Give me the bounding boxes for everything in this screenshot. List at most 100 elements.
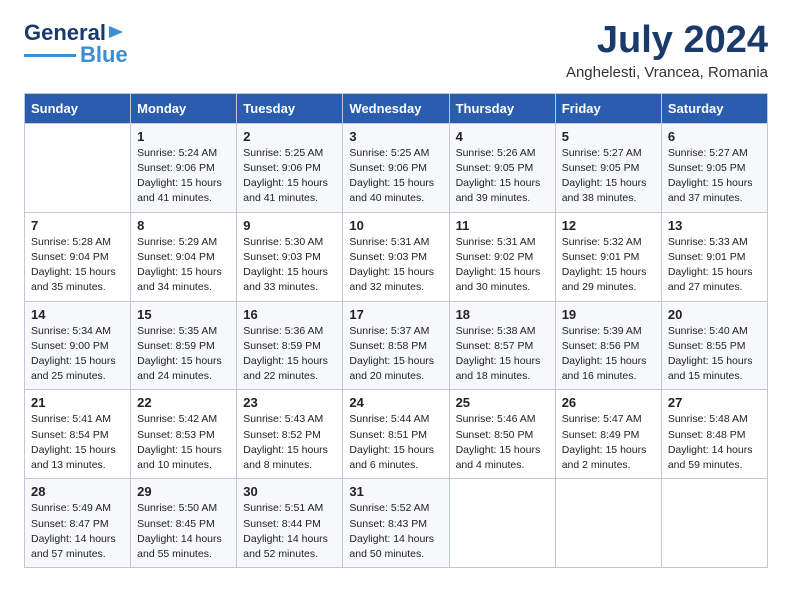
day-number: 30 xyxy=(243,484,336,499)
day-number: 27 xyxy=(668,395,761,410)
day-info: Sunrise: 5:41 AM Sunset: 8:54 PM Dayligh… xyxy=(31,412,124,473)
day-number: 1 xyxy=(137,129,230,144)
day-number: 7 xyxy=(31,218,124,233)
day-info: Sunrise: 5:46 AM Sunset: 8:50 PM Dayligh… xyxy=(456,412,549,473)
day-number: 20 xyxy=(668,307,761,322)
day-info: Sunrise: 5:47 AM Sunset: 8:49 PM Dayligh… xyxy=(562,412,655,473)
calendar-header-sunday: Sunday xyxy=(25,93,131,123)
calendar-cell: 24 Sunrise: 5:44 AM Sunset: 8:51 PM Dayli… xyxy=(343,390,449,479)
day-number: 16 xyxy=(243,307,336,322)
calendar-header-friday: Friday xyxy=(555,93,661,123)
calendar-week-row: 21 Sunrise: 5:41 AM Sunset: 8:54 PM Dayli… xyxy=(25,390,768,479)
calendar-cell: 4 Sunrise: 5:26 AM Sunset: 9:05 PM Daylig… xyxy=(449,123,555,212)
calendar-cell: 16 Sunrise: 5:36 AM Sunset: 8:59 PM Dayli… xyxy=(237,301,343,390)
day-info: Sunrise: 5:44 AM Sunset: 8:51 PM Dayligh… xyxy=(349,412,442,473)
day-info: Sunrise: 5:34 AM Sunset: 9:00 PM Dayligh… xyxy=(31,324,124,385)
day-number: 23 xyxy=(243,395,336,410)
logo: General Blue xyxy=(24,20,128,68)
calendar-cell xyxy=(661,479,767,568)
day-info: Sunrise: 5:40 AM Sunset: 8:55 PM Dayligh… xyxy=(668,324,761,385)
day-info: Sunrise: 5:35 AM Sunset: 8:59 PM Dayligh… xyxy=(137,324,230,385)
day-number: 2 xyxy=(243,129,336,144)
calendar-cell: 23 Sunrise: 5:43 AM Sunset: 8:52 PM Dayli… xyxy=(237,390,343,479)
day-info: Sunrise: 5:52 AM Sunset: 8:43 PM Dayligh… xyxy=(349,501,442,562)
day-info: Sunrise: 5:25 AM Sunset: 9:06 PM Dayligh… xyxy=(349,146,442,207)
day-number: 10 xyxy=(349,218,442,233)
day-number: 22 xyxy=(137,395,230,410)
calendar-table: SundayMondayTuesdayWednesdayThursdayFrid… xyxy=(24,93,768,568)
day-info: Sunrise: 5:36 AM Sunset: 8:59 PM Dayligh… xyxy=(243,324,336,385)
day-number: 17 xyxy=(349,307,442,322)
calendar-cell: 9 Sunrise: 5:30 AM Sunset: 9:03 PM Daylig… xyxy=(237,212,343,301)
calendar-cell: 19Sunrise: 5:39 AM Sunset: 8:56 PM Dayli… xyxy=(555,301,661,390)
day-number: 11 xyxy=(456,218,549,233)
day-info: Sunrise: 5:28 AM Sunset: 9:04 PM Dayligh… xyxy=(31,235,124,296)
day-number: 18 xyxy=(456,307,549,322)
day-info: Sunrise: 5:38 AM Sunset: 8:57 PM Dayligh… xyxy=(456,324,549,385)
logo-underline xyxy=(24,54,76,57)
calendar-cell: 20 Sunrise: 5:40 AM Sunset: 8:55 PM Dayli… xyxy=(661,301,767,390)
title-area: July 2024 Anghelesti, Vrancea, Romania xyxy=(566,20,768,81)
calendar-cell: 12Sunrise: 5:32 AM Sunset: 9:01 PM Dayli… xyxy=(555,212,661,301)
day-number: 25 xyxy=(456,395,549,410)
day-number: 28 xyxy=(31,484,124,499)
calendar-cell: 14Sunrise: 5:34 AM Sunset: 9:00 PM Dayli… xyxy=(25,301,131,390)
day-number: 19 xyxy=(562,307,655,322)
day-info: Sunrise: 5:37 AM Sunset: 8:58 PM Dayligh… xyxy=(349,324,442,385)
logo-arrow-icon xyxy=(107,23,125,41)
day-number: 24 xyxy=(349,395,442,410)
page-subtitle: Anghelesti, Vrancea, Romania xyxy=(566,64,768,81)
calendar-cell: 30 Sunrise: 5:51 AM Sunset: 8:44 PM Dayli… xyxy=(237,479,343,568)
day-number: 3 xyxy=(349,129,442,144)
calendar-cell: 27 Sunrise: 5:48 AM Sunset: 8:48 PM Dayli… xyxy=(661,390,767,479)
calendar-cell: 31 Sunrise: 5:52 AM Sunset: 8:43 PM Dayli… xyxy=(343,479,449,568)
calendar-cell: 22Sunrise: 5:42 AM Sunset: 8:53 PM Dayli… xyxy=(131,390,237,479)
day-number: 4 xyxy=(456,129,549,144)
calendar-cell xyxy=(449,479,555,568)
calendar-cell: 17 Sunrise: 5:37 AM Sunset: 8:58 PM Dayli… xyxy=(343,301,449,390)
calendar-cell: 26 Sunrise: 5:47 AM Sunset: 8:49 PM Dayli… xyxy=(555,390,661,479)
calendar-header-monday: Monday xyxy=(131,93,237,123)
calendar-cell xyxy=(25,123,131,212)
day-info: Sunrise: 5:27 AM Sunset: 9:05 PM Dayligh… xyxy=(562,146,655,207)
day-info: Sunrise: 5:26 AM Sunset: 9:05 PM Dayligh… xyxy=(456,146,549,207)
calendar-header-tuesday: Tuesday xyxy=(237,93,343,123)
calendar-cell: 18 Sunrise: 5:38 AM Sunset: 8:57 PM Dayli… xyxy=(449,301,555,390)
day-info: Sunrise: 5:24 AM Sunset: 9:06 PM Dayligh… xyxy=(137,146,230,207)
day-info: Sunrise: 5:48 AM Sunset: 8:48 PM Dayligh… xyxy=(668,412,761,473)
calendar-header-saturday: Saturday xyxy=(661,93,767,123)
day-info: Sunrise: 5:51 AM Sunset: 8:44 PM Dayligh… xyxy=(243,501,336,562)
day-number: 9 xyxy=(243,218,336,233)
day-info: Sunrise: 5:33 AM Sunset: 9:01 PM Dayligh… xyxy=(668,235,761,296)
calendar-week-row: 7 Sunrise: 5:28 AM Sunset: 9:04 PM Daylig… xyxy=(25,212,768,301)
day-info: Sunrise: 5:27 AM Sunset: 9:05 PM Dayligh… xyxy=(668,146,761,207)
calendar-cell: 29Sunrise: 5:50 AM Sunset: 8:45 PM Dayli… xyxy=(131,479,237,568)
calendar-cell: 6 Sunrise: 5:27 AM Sunset: 9:05 PM Daylig… xyxy=(661,123,767,212)
calendar-cell xyxy=(555,479,661,568)
calendar-cell: 21 Sunrise: 5:41 AM Sunset: 8:54 PM Dayli… xyxy=(25,390,131,479)
calendar-cell: 15 Sunrise: 5:35 AM Sunset: 8:59 PM Dayli… xyxy=(131,301,237,390)
calendar-cell: 3 Sunrise: 5:25 AM Sunset: 9:06 PM Daylig… xyxy=(343,123,449,212)
day-number: 26 xyxy=(562,395,655,410)
calendar-cell: 1 Sunrise: 5:24 AM Sunset: 9:06 PM Daylig… xyxy=(131,123,237,212)
day-info: Sunrise: 5:25 AM Sunset: 9:06 PM Dayligh… xyxy=(243,146,336,207)
day-number: 6 xyxy=(668,129,761,144)
day-info: Sunrise: 5:31 AM Sunset: 9:02 PM Dayligh… xyxy=(456,235,549,296)
calendar-cell: 5Sunrise: 5:27 AM Sunset: 9:05 PM Daylig… xyxy=(555,123,661,212)
day-info: Sunrise: 5:49 AM Sunset: 8:47 PM Dayligh… xyxy=(31,501,124,562)
calendar-header-wednesday: Wednesday xyxy=(343,93,449,123)
day-number: 21 xyxy=(31,395,124,410)
calendar-cell: 11 Sunrise: 5:31 AM Sunset: 9:02 PM Dayli… xyxy=(449,212,555,301)
day-info: Sunrise: 5:43 AM Sunset: 8:52 PM Dayligh… xyxy=(243,412,336,473)
day-number: 31 xyxy=(349,484,442,499)
calendar-cell: 2 Sunrise: 5:25 AM Sunset: 9:06 PM Daylig… xyxy=(237,123,343,212)
day-number: 8 xyxy=(137,218,230,233)
calendar-header-thursday: Thursday xyxy=(449,93,555,123)
calendar-cell: 7 Sunrise: 5:28 AM Sunset: 9:04 PM Daylig… xyxy=(25,212,131,301)
day-number: 12 xyxy=(562,218,655,233)
day-number: 15 xyxy=(137,307,230,322)
calendar-cell: 28 Sunrise: 5:49 AM Sunset: 8:47 PM Dayli… xyxy=(25,479,131,568)
calendar-week-row: 28 Sunrise: 5:49 AM Sunset: 8:47 PM Dayli… xyxy=(25,479,768,568)
day-info: Sunrise: 5:30 AM Sunset: 9:03 PM Dayligh… xyxy=(243,235,336,296)
day-info: Sunrise: 5:50 AM Sunset: 8:45 PM Dayligh… xyxy=(137,501,230,562)
